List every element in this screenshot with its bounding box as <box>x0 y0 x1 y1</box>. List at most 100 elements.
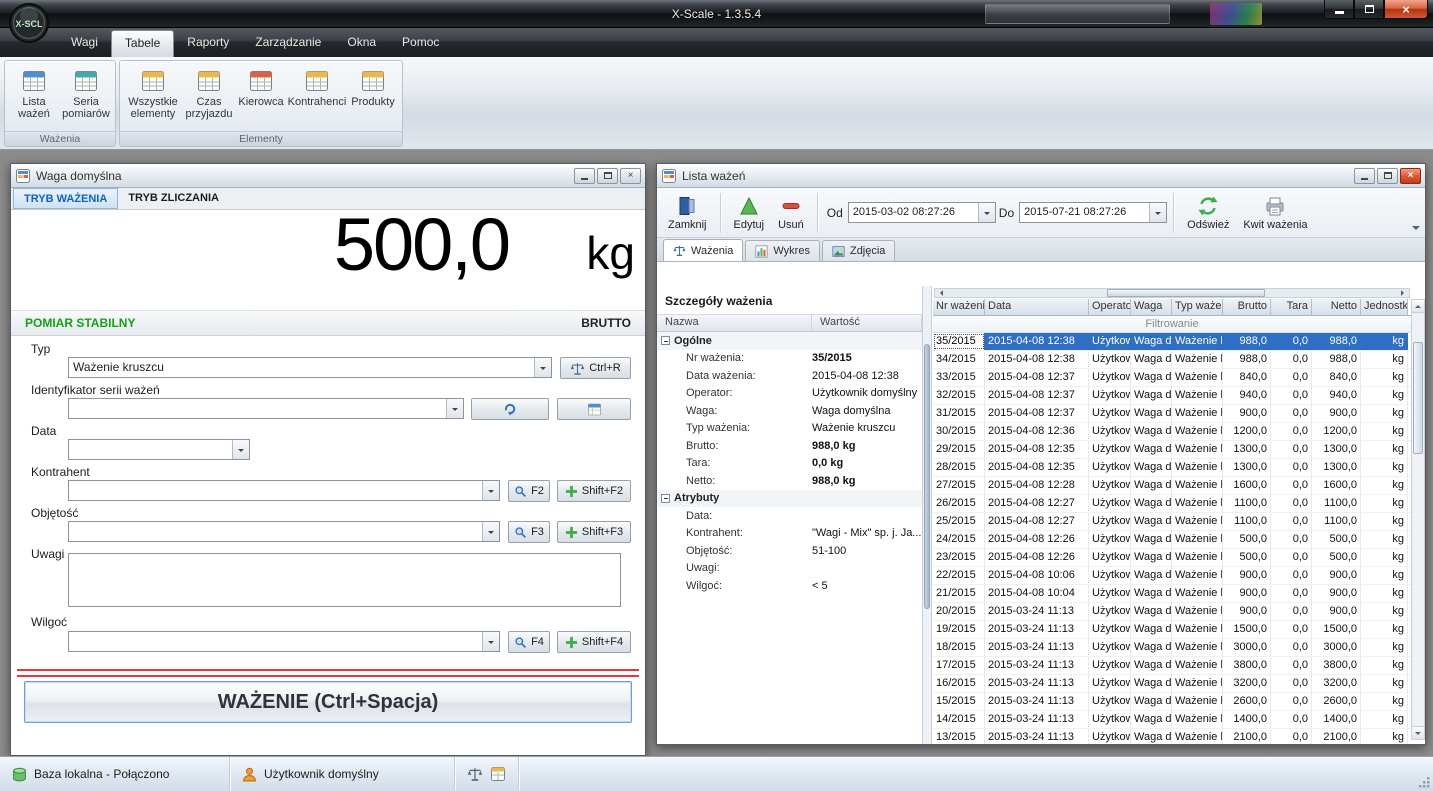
details-scrollbar[interactable] <box>923 286 932 744</box>
grid-cell[interactable]: 2015-04-08 10:04 <box>985 585 1089 602</box>
grid-cell[interactable]: kg <box>1361 585 1408 602</box>
table-row[interactable]: 31/20152015-04-08 12:37Użytkownik domyśl… <box>933 405 1411 423</box>
grid-cell[interactable]: 1300,0 <box>1312 441 1361 458</box>
grid-cell[interactable]: 2015-04-08 10:06 <box>985 567 1089 584</box>
grid-cell[interactable]: Ważenie kruszcu <box>1172 549 1223 566</box>
grid-cell[interactable]: 1100,0 <box>1223 495 1271 512</box>
table-row[interactable]: 20/20152015-03-24 11:13Użytkownik domyśl… <box>933 603 1411 621</box>
details-row[interactable]: Tara: 0,0 kg <box>657 455 922 473</box>
grid-cell[interactable]: Ważenie kruszcu <box>1172 423 1223 440</box>
grid-column-header[interactable]: Nr ważenia <box>933 299 985 315</box>
grid-cell[interactable]: Ważenie kruszcu <box>1172 675 1223 692</box>
details-col-value[interactable]: Wartość <box>812 315 922 331</box>
grid-cell[interactable]: 0,0 <box>1271 711 1312 728</box>
grid-cell[interactable]: Ważenie kruszcu <box>1172 567 1223 584</box>
grid-cell[interactable]: 1100,0 <box>1223 513 1271 530</box>
grid-cell[interactable]: 0,0 <box>1271 657 1312 674</box>
grid-cell[interactable]: 3000,0 <box>1223 639 1271 656</box>
grid-cell[interactable]: 2015-03-24 11:13 <box>985 693 1089 710</box>
grid-cell[interactable]: 1100,0 <box>1312 513 1361 530</box>
weigh-button[interactable]: WAŻENIE (Ctrl+Spacja) <box>24 681 632 723</box>
ribbon-button-produkty[interactable]: Produkty <box>347 64 399 110</box>
minimize-button[interactable] <box>574 168 595 184</box>
notes-textarea[interactable] <box>68 553 621 607</box>
scale-icon[interactable] <box>467 766 483 782</box>
grid-cell[interactable]: 2015-04-08 12:36 <box>985 423 1089 440</box>
delete-button[interactable]: Usuń <box>771 193 811 233</box>
tab-tryb-zliczania[interactable]: TRYB ZLICZANIA <box>118 188 229 209</box>
grid-cell[interactable]: 900,0 <box>1312 603 1361 620</box>
tab-wazenia[interactable]: Ważenia <box>663 239 743 261</box>
grid-cell[interactable]: Ważenie kruszcu <box>1172 621 1223 638</box>
grid-cell[interactable]: 3800,0 <box>1223 657 1271 674</box>
grid-cell[interactable]: 2015-04-08 12:38 <box>985 351 1089 368</box>
grid-cell[interactable]: 3200,0 <box>1312 675 1361 692</box>
grid-filter-row[interactable]: Filtrowanie <box>933 316 1411 333</box>
table-row[interactable]: 24/20152015-04-08 12:26Użytkownik domyśl… <box>933 531 1411 549</box>
grid-cell[interactable]: 0,0 <box>1271 405 1312 422</box>
details-row[interactable]: Operator: Użytkownik domyślny <box>657 385 922 403</box>
grid-cell[interactable]: Waga domyślna <box>1131 567 1172 584</box>
table-row[interactable]: 29/20152015-04-08 12:35Użytkownik domyśl… <box>933 441 1411 459</box>
grid-cell[interactable]: 1200,0 <box>1312 423 1361 440</box>
grid-cell[interactable]: 988,0 <box>1312 351 1361 368</box>
grid-cell[interactable]: kg <box>1361 369 1408 386</box>
close-button[interactable]: × <box>620 168 641 184</box>
grid-column-header[interactable]: Typ ważenia <box>1172 299 1223 315</box>
volume-combo[interactable] <box>68 521 500 542</box>
grid-cell[interactable]: Użytkownik domyślny <box>1089 351 1131 368</box>
grid-cell[interactable]: 30/2015 <box>933 423 985 440</box>
grid-cell[interactable]: kg <box>1361 711 1408 728</box>
grid-cell[interactable]: 2015-04-08 12:37 <box>985 387 1089 404</box>
close-list-button[interactable]: Zamknij <box>661 193 714 233</box>
weighing-receipt-button[interactable]: Kwit ważenia <box>1236 193 1314 233</box>
ribbon-button-czas-przyjazdu[interactable]: Czas przyjazdu <box>183 64 235 122</box>
ribbon-button-kierowca[interactable]: Kierowca <box>235 64 287 110</box>
grid-cell[interactable]: 2100,0 <box>1223 729 1271 744</box>
grid-cell[interactable]: 0,0 <box>1271 459 1312 476</box>
weigh-type-shortcut-button[interactable]: Ctrl+R <box>560 357 631 379</box>
volume-search-button[interactable]: F3 <box>508 521 550 543</box>
details-row[interactable]: Netto: 988,0 kg <box>657 472 922 490</box>
grid-cell[interactable]: kg <box>1361 567 1408 584</box>
grid-cell[interactable]: 0,0 <box>1271 549 1312 566</box>
typ-combo[interactable]: Ważenie kruszcu <box>68 357 552 378</box>
grid-column-header[interactable]: Brutto <box>1223 299 1271 315</box>
details-row[interactable]: Kontrahent: "Wagi - Mix" sp. j. Ja... <box>657 525 922 543</box>
details-row[interactable]: Nr ważenia: 35/2015 <box>657 350 922 368</box>
contractor-add-button[interactable]: Shift+F2 <box>557 480 631 502</box>
grid-cell[interactable]: Waga domyślna <box>1131 711 1172 728</box>
table-row[interactable]: 16/20152015-03-24 11:13Użytkownik domyśl… <box>933 675 1411 693</box>
grid-cell[interactable]: kg <box>1361 405 1408 422</box>
grid-cell[interactable]: 1300,0 <box>1223 459 1271 476</box>
table-row[interactable]: 18/20152015-03-24 11:13Użytkownik domyśl… <box>933 639 1411 657</box>
grid-cell[interactable]: 2015-04-08 12:27 <box>985 513 1089 530</box>
table-row[interactable]: 25/20152015-04-08 12:27Użytkownik domyśl… <box>933 513 1411 531</box>
grid-cell[interactable]: 1500,0 <box>1223 621 1271 638</box>
app-logo[interactable]: X-SCL <box>8 2 50 44</box>
grid-cell[interactable]: Użytkownik domyślny <box>1089 567 1131 584</box>
grid-cell[interactable]: 0,0 <box>1271 495 1312 512</box>
grid-cell[interactable]: Ważenie kruszcu <box>1172 405 1223 422</box>
humidity-add-button[interactable]: Shift+F4 <box>557 631 631 653</box>
menu-tab-wagi[interactable]: Wagi <box>58 30 111 57</box>
grid-cell[interactable]: kg <box>1361 531 1408 548</box>
details-row[interactable]: Typ ważenia: Ważenie kruszcu <box>657 420 922 438</box>
grid-cell[interactable]: kg <box>1361 603 1408 620</box>
grid-cell[interactable]: Waga domyślna <box>1131 657 1172 674</box>
scroll-right-icon[interactable] <box>1401 290 1407 296</box>
close-button[interactable]: × <box>1400 168 1421 184</box>
grid-cell[interactable]: 988,0 <box>1312 333 1361 350</box>
grid-cell[interactable]: 17/2015 <box>933 657 985 674</box>
grid-cell[interactable]: kg <box>1361 387 1408 404</box>
series-list-button[interactable] <box>557 398 631 420</box>
date-combo[interactable] <box>68 439 250 460</box>
grid-cell[interactable]: 20/2015 <box>933 603 985 620</box>
grid-cell[interactable]: Ważenie kruszcu <box>1172 495 1223 512</box>
grid-cell[interactable]: 3200,0 <box>1223 675 1271 692</box>
grid-cell[interactable]: 2015-04-08 12:35 <box>985 459 1089 476</box>
grid-cell[interactable]: Ważenie kruszcu <box>1172 657 1223 674</box>
grid-cell[interactable]: kg <box>1361 477 1408 494</box>
grid-cell[interactable]: 31/2015 <box>933 405 985 422</box>
grid-cell[interactable]: 0,0 <box>1271 333 1312 350</box>
